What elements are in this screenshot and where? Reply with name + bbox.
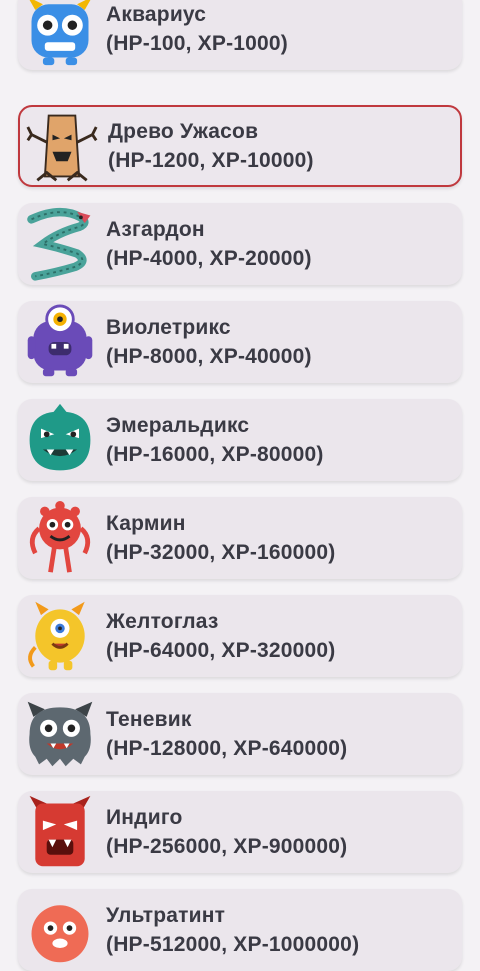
monster-card-azgardon[interactable]: Азгардон (HP-4000, XP-20000) [18, 203, 462, 285]
monster-name: Теневик [106, 708, 192, 731]
monster-stats: (HP-32000, XP-160000) [106, 541, 336, 564]
monster-name: Азгардон [106, 218, 205, 241]
monster-stats: (HP-256000, XP-900000) [106, 835, 348, 858]
monster-stats: (HP-128000, XP-640000) [106, 737, 348, 760]
monster-stats: (HP-16000, XP-80000) [106, 443, 324, 466]
monster-name: Кармин [106, 512, 186, 535]
monster-card-tenevik[interactable]: Теневик (HP-128000, XP-640000) [18, 693, 462, 775]
monster-stats: (HP-512000, XP-1000000) [106, 933, 360, 956]
orange-monster-icon [18, 889, 102, 971]
monster-card-drevo-uzhasov[interactable]: Древо Ужасов (HP-1200, XP-10000) [18, 105, 462, 187]
monster-stats: (HP-64000, XP-320000) [106, 639, 336, 662]
monster-name: Желтоглаз [106, 610, 219, 633]
monster-name: Древо Ужасов [108, 120, 259, 143]
monster-card-ultratint[interactable]: Ультратинт (HP-512000, XP-1000000) [18, 889, 462, 971]
monster-card-akvarius[interactable]: Аквариус (HP-100, XP-1000) [18, 0, 462, 70]
monster-stats: (HP-8000, XP-40000) [106, 345, 312, 368]
tree-monster-icon [20, 105, 104, 187]
monster-name: Эмеральдикс [106, 414, 250, 437]
purple-cyclops-icon [18, 301, 102, 383]
monster-list: Аквариус (HP-100, XP-1000) Древо Ужасов … [0, 0, 480, 971]
monster-stats: (HP-4000, XP-20000) [106, 247, 312, 270]
red-monster-icon [18, 497, 102, 579]
monster-name: Виолетрикс [106, 316, 231, 339]
monster-card-zheltoglaz[interactable]: Желтоглаз (HP-64000, XP-320000) [18, 595, 462, 677]
monster-stats: (HP-100, XP-1000) [106, 32, 288, 55]
monster-card-violetriks[interactable]: Виолетрикс (HP-8000, XP-40000) [18, 301, 462, 383]
monster-name: Аквариус [106, 3, 207, 26]
yellow-cyclops-icon [18, 595, 102, 677]
green-monster-icon [18, 399, 102, 481]
blue-monster-icon [18, 0, 102, 70]
monster-name: Индиго [106, 806, 183, 829]
monster-card-indigo[interactable]: Индиго (HP-256000, XP-900000) [18, 791, 462, 873]
monster-stats: (HP-1200, XP-10000) [108, 149, 314, 172]
monster-card-emeraldiks[interactable]: Эмеральдикс (HP-16000, XP-80000) [18, 399, 462, 481]
gray-monster-icon [18, 693, 102, 775]
monster-card-karmin[interactable]: Кармин (HP-32000, XP-160000) [18, 497, 462, 579]
dragon-icon [18, 203, 102, 285]
red-devil-icon [18, 791, 102, 873]
monster-name: Ультратинт [106, 904, 226, 927]
